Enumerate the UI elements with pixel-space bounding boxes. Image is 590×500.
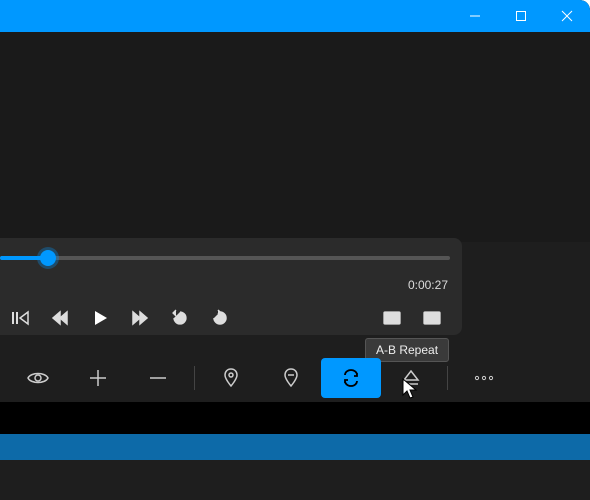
time-total: 0:00:27 — [408, 278, 448, 292]
skip-back-button[interactable] — [0, 298, 40, 338]
forward-icon — [131, 309, 149, 327]
fullscreen-icon — [423, 311, 441, 325]
video-area — [0, 32, 590, 242]
remove-button[interactable] — [128, 358, 188, 398]
minimize-button[interactable] — [452, 0, 498, 32]
fullscreen-button[interactable] — [412, 298, 452, 338]
svg-text:30: 30 — [176, 318, 183, 324]
timeline[interactable] — [0, 402, 590, 500]
pip-icon — [383, 311, 401, 325]
seek-bar[interactable] — [0, 238, 462, 278]
more-button[interactable] — [454, 358, 514, 398]
seek-track — [0, 256, 450, 260]
title-bar — [0, 0, 590, 32]
repeat-icon — [341, 369, 361, 387]
skip-back-icon — [11, 309, 29, 327]
toolbar-separator-2 — [447, 366, 448, 390]
pin-icon — [223, 368, 239, 388]
play-icon — [91, 309, 109, 327]
timeline-track-1[interactable] — [0, 402, 590, 434]
rewind-icon — [51, 309, 69, 327]
timeline-track-2[interactable] — [0, 434, 590, 460]
app-window: 0:00:27 30 — [0, 0, 590, 500]
secondary-toolbar — [0, 354, 590, 402]
time-row: 0:00:27 — [0, 278, 462, 298]
player-panel: 0:00:27 30 — [0, 238, 462, 335]
minus-icon — [149, 369, 167, 387]
visibility-button[interactable] — [8, 358, 68, 398]
close-icon — [561, 10, 573, 22]
back30-icon: 30 — [170, 309, 190, 327]
plus-icon — [89, 369, 107, 387]
marker-clear-button[interactable] — [261, 358, 321, 398]
more-icon — [474, 375, 494, 381]
pin-minus-icon — [283, 368, 299, 388]
seek-thumb[interactable] — [40, 250, 56, 266]
play-button[interactable] — [80, 298, 120, 338]
eject-icon — [402, 370, 420, 386]
eye-icon — [27, 370, 49, 386]
rewind-button[interactable] — [40, 298, 80, 338]
replay-icon — [211, 309, 229, 327]
back30-button[interactable]: 30 — [160, 298, 200, 338]
toolbar-separator — [194, 366, 195, 390]
minimize-icon — [469, 10, 481, 22]
eject-button[interactable] — [381, 358, 441, 398]
close-button[interactable] — [544, 0, 590, 32]
player-controls: 30 — [0, 298, 462, 338]
forward-button[interactable] — [120, 298, 160, 338]
maximize-icon — [515, 10, 527, 22]
maximize-button[interactable] — [498, 0, 544, 32]
pip-button[interactable] — [372, 298, 412, 338]
ab-repeat-button[interactable] — [321, 358, 381, 398]
add-button[interactable] — [68, 358, 128, 398]
replay-button[interactable] — [200, 298, 240, 338]
marker-set-button[interactable] — [201, 358, 261, 398]
